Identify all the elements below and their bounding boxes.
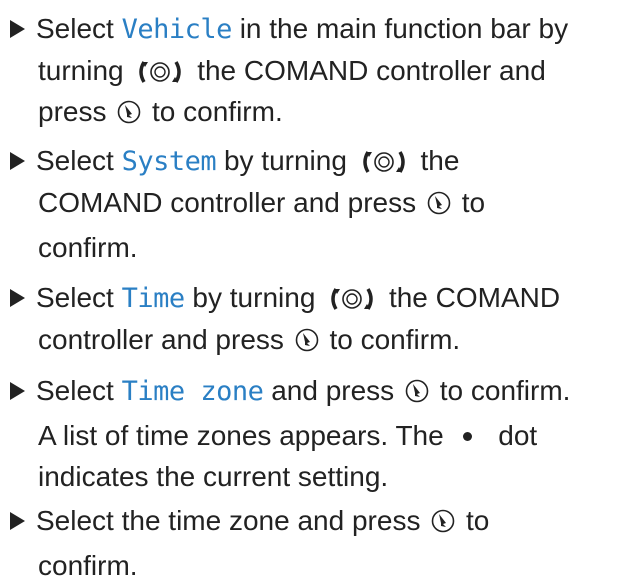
controller-press-icon <box>116 95 142 136</box>
step-text: the COMAND <box>388 282 561 313</box>
step-2: Select System by turning the COMAND cont… <box>10 140 607 268</box>
step-text: to <box>461 187 486 218</box>
step-text: press <box>38 96 107 127</box>
step-text: to <box>466 505 490 536</box>
step-2-line-3: confirm. <box>10 227 607 268</box>
step-text: by turning <box>192 282 316 313</box>
step-text: dot <box>498 420 538 451</box>
step-4-line-3: indicates the current setting. <box>10 456 607 497</box>
step-text: to confirm. <box>439 375 571 406</box>
controller-press-icon <box>294 323 320 364</box>
step-arrow-icon <box>10 152 25 170</box>
controller-turn-icon <box>327 286 377 312</box>
step-text: controller and press <box>38 324 284 355</box>
step-text: COMAND controller and press <box>38 187 417 218</box>
controller-press-icon <box>426 186 452 227</box>
step-3-line-2: controller and press to confirm. <box>10 319 607 364</box>
step-arrow-icon <box>10 512 25 530</box>
step-1: Select Vehicle in the main function bar … <box>10 8 607 136</box>
select-text: Select <box>36 282 114 313</box>
step-3-line-1: Select Time by turning the COMAND <box>10 277 607 319</box>
step-text: the COMAND controller and <box>197 55 546 86</box>
controller-press-icon <box>404 374 430 415</box>
step-3: Select Time by turning the COMAND contro… <box>10 277 607 364</box>
step-1-line-3: press to confirm. <box>10 91 607 136</box>
step-arrow-icon <box>10 20 25 38</box>
step-text: A list of time zones appears. The <box>38 420 444 451</box>
step-text: Select the time zone and press <box>36 505 421 536</box>
step-arrow-icon <box>10 289 25 307</box>
instruction-document: Select Vehicle in the main function bar … <box>0 0 617 584</box>
select-text: Select <box>36 145 114 176</box>
step-text: and press <box>271 375 395 406</box>
select-text: Select <box>36 375 114 406</box>
step-arrow-icon <box>10 382 25 400</box>
step-text: turning <box>38 55 124 86</box>
step-4-line-1: Select Time zone and press to confirm. <box>10 370 607 415</box>
menu-item-time-zone: Time zone <box>121 376 264 407</box>
step-text: indicates the current setting. <box>38 461 389 492</box>
controller-turn-icon <box>359 149 409 175</box>
step-5-line-2: confirm. <box>10 545 607 586</box>
bullet-dot-icon <box>463 432 473 441</box>
controller-press-icon <box>430 504 456 545</box>
menu-item-time: Time <box>121 283 186 314</box>
step-5-line-1: Select the time zone and press to <box>10 500 607 545</box>
controller-turn-icon <box>135 59 185 85</box>
step-text: to confirm. <box>152 96 283 127</box>
menu-item-system: System <box>121 146 217 177</box>
step-4: Select Time zone and press to confirm. A… <box>10 370 607 497</box>
step-2-line-2: COMAND controller and press to <box>10 182 607 227</box>
select-text: Select <box>36 13 114 44</box>
step-1-line-2: turning the COMAND controller and <box>10 50 607 91</box>
step-text: the <box>420 145 460 176</box>
step-4-line-2: A list of time zones appears. The dot <box>10 415 607 456</box>
step-text: in the main function bar by <box>239 13 569 44</box>
step-text: to confirm. <box>329 324 461 355</box>
step-text: by turning <box>223 145 347 176</box>
step-1-line-1: Select Vehicle in the main function bar … <box>10 8 607 50</box>
step-text: confirm. <box>38 232 138 263</box>
step-text: confirm. <box>38 550 138 581</box>
menu-item-vehicle: Vehicle <box>121 14 233 45</box>
step-2-line-1: Select System by turning the <box>10 140 607 182</box>
step-5: Select the time zone and press to confir… <box>10 500 607 586</box>
